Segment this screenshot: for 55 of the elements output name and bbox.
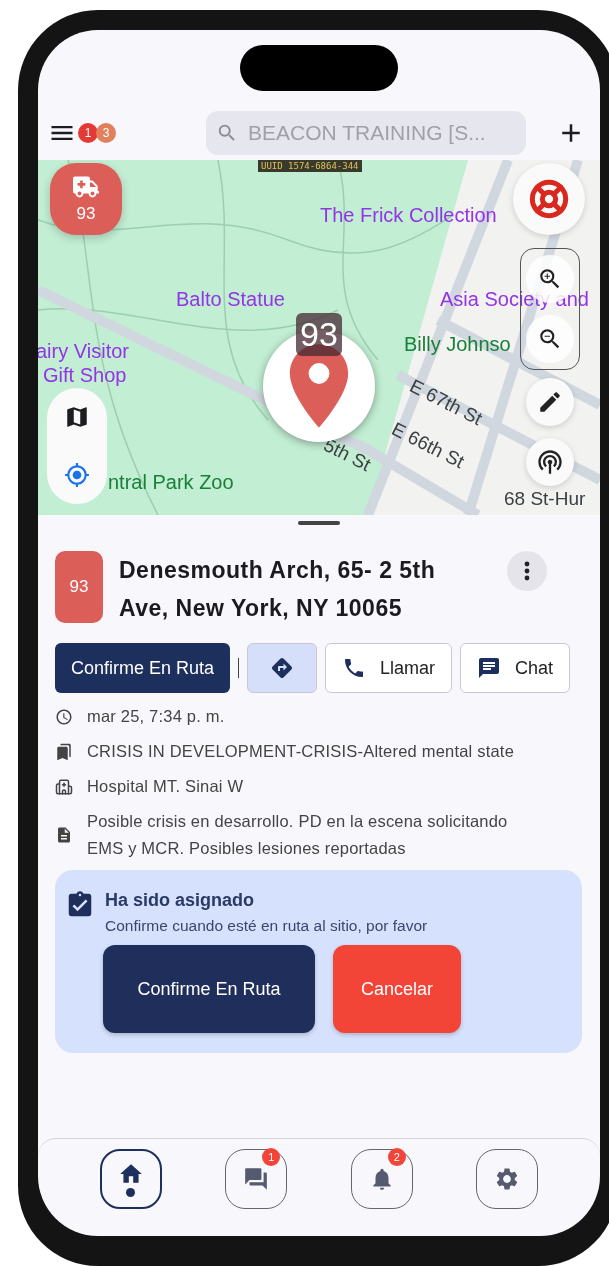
more-button[interactable] bbox=[507, 551, 547, 591]
detail-text: mar 25, 7:34 p. m. bbox=[87, 706, 225, 727]
hospital-icon bbox=[55, 777, 73, 796]
nav-tab[interactable] bbox=[476, 1149, 539, 1209]
selected-dot bbox=[126, 1188, 136, 1197]
directions-icon bbox=[270, 656, 295, 680]
map-icon bbox=[64, 404, 90, 430]
nav-tab[interactable] bbox=[99, 1149, 162, 1209]
assignment-message: Confirme cuando esté en ruta al sitio, por favor bbox=[105, 917, 428, 935]
bookmarks-icon bbox=[55, 742, 73, 761]
count-badge: 2 bbox=[387, 1148, 406, 1166]
map-label: 68 St-Hur bbox=[504, 488, 586, 510]
count-badge: 1 bbox=[262, 1148, 281, 1166]
marker-label: 93 bbox=[296, 313, 342, 356]
count-badge: 1 bbox=[78, 122, 98, 143]
cancel-button[interactable]: Cancelar bbox=[333, 945, 461, 1033]
map-label: ntral Park Zoo bbox=[108, 471, 234, 494]
pencil-icon bbox=[537, 389, 563, 415]
detail-text: Hospital MT. Sinai W bbox=[87, 776, 244, 797]
search-field[interactable]: BEACON TRAINING [S... bbox=[206, 110, 526, 155]
more-icon bbox=[524, 561, 530, 581]
map-label: 5th St bbox=[320, 434, 375, 477]
confirm-button[interactable]: Confirme En Ruta bbox=[55, 643, 231, 693]
chat-button[interactable]: Chat bbox=[460, 643, 571, 693]
map-label: Gift Shop bbox=[43, 364, 127, 387]
map-label: Balto Statue bbox=[176, 288, 285, 311]
count-badge: 3 bbox=[96, 122, 116, 143]
incident-address: Denesmouth Arch, 65- 2 5th Ave, New York, NY 10065 bbox=[119, 556, 437, 623]
document-icon bbox=[55, 826, 73, 844]
map-layers-button[interactable] bbox=[64, 404, 90, 430]
nav-tab[interactable]: 2 bbox=[350, 1149, 413, 1209]
sheet-handle[interactable] bbox=[298, 521, 340, 525]
nav-tab[interactable]: 1 bbox=[225, 1149, 288, 1209]
clock-icon bbox=[55, 707, 73, 726]
detail-text: CRISIS IN DEVELOPMENT-CRISIS-Altered mental state bbox=[87, 741, 514, 762]
call-button[interactable]: Llamar bbox=[325, 643, 453, 693]
lifebuoy-icon bbox=[529, 179, 569, 219]
unit-tag: 93 bbox=[55, 551, 103, 623]
map-label: The Frick Collection bbox=[320, 204, 497, 227]
unit-button[interactable]: 93 bbox=[50, 163, 122, 235]
chat-icon bbox=[477, 656, 502, 680]
broadcast-icon bbox=[536, 448, 564, 476]
search-input[interactable]: BEACON TRAINING [S... bbox=[246, 119, 516, 146]
assignment-title: Ha sido asignado bbox=[105, 890, 256, 911]
map-label: Billy Johnso bbox=[404, 333, 511, 356]
unit-number: 93 bbox=[76, 204, 96, 224]
detail-text: Posible crisis en desarrollo. PD en la escena solicitando EMS y MCR. Posibles lesiones reportadas bbox=[87, 811, 509, 859]
ambulance-icon bbox=[73, 174, 99, 200]
my-location-button[interactable] bbox=[64, 462, 90, 488]
messages-icon bbox=[243, 1166, 270, 1192]
uuid-label: UUID 1574-6864-344 bbox=[258, 160, 362, 172]
confirm-button[interactable]: Confirme En Ruta bbox=[103, 945, 315, 1033]
location-icon bbox=[64, 462, 90, 488]
map-label: E 67th St bbox=[406, 375, 486, 431]
directions-button[interactable] bbox=[247, 643, 318, 693]
